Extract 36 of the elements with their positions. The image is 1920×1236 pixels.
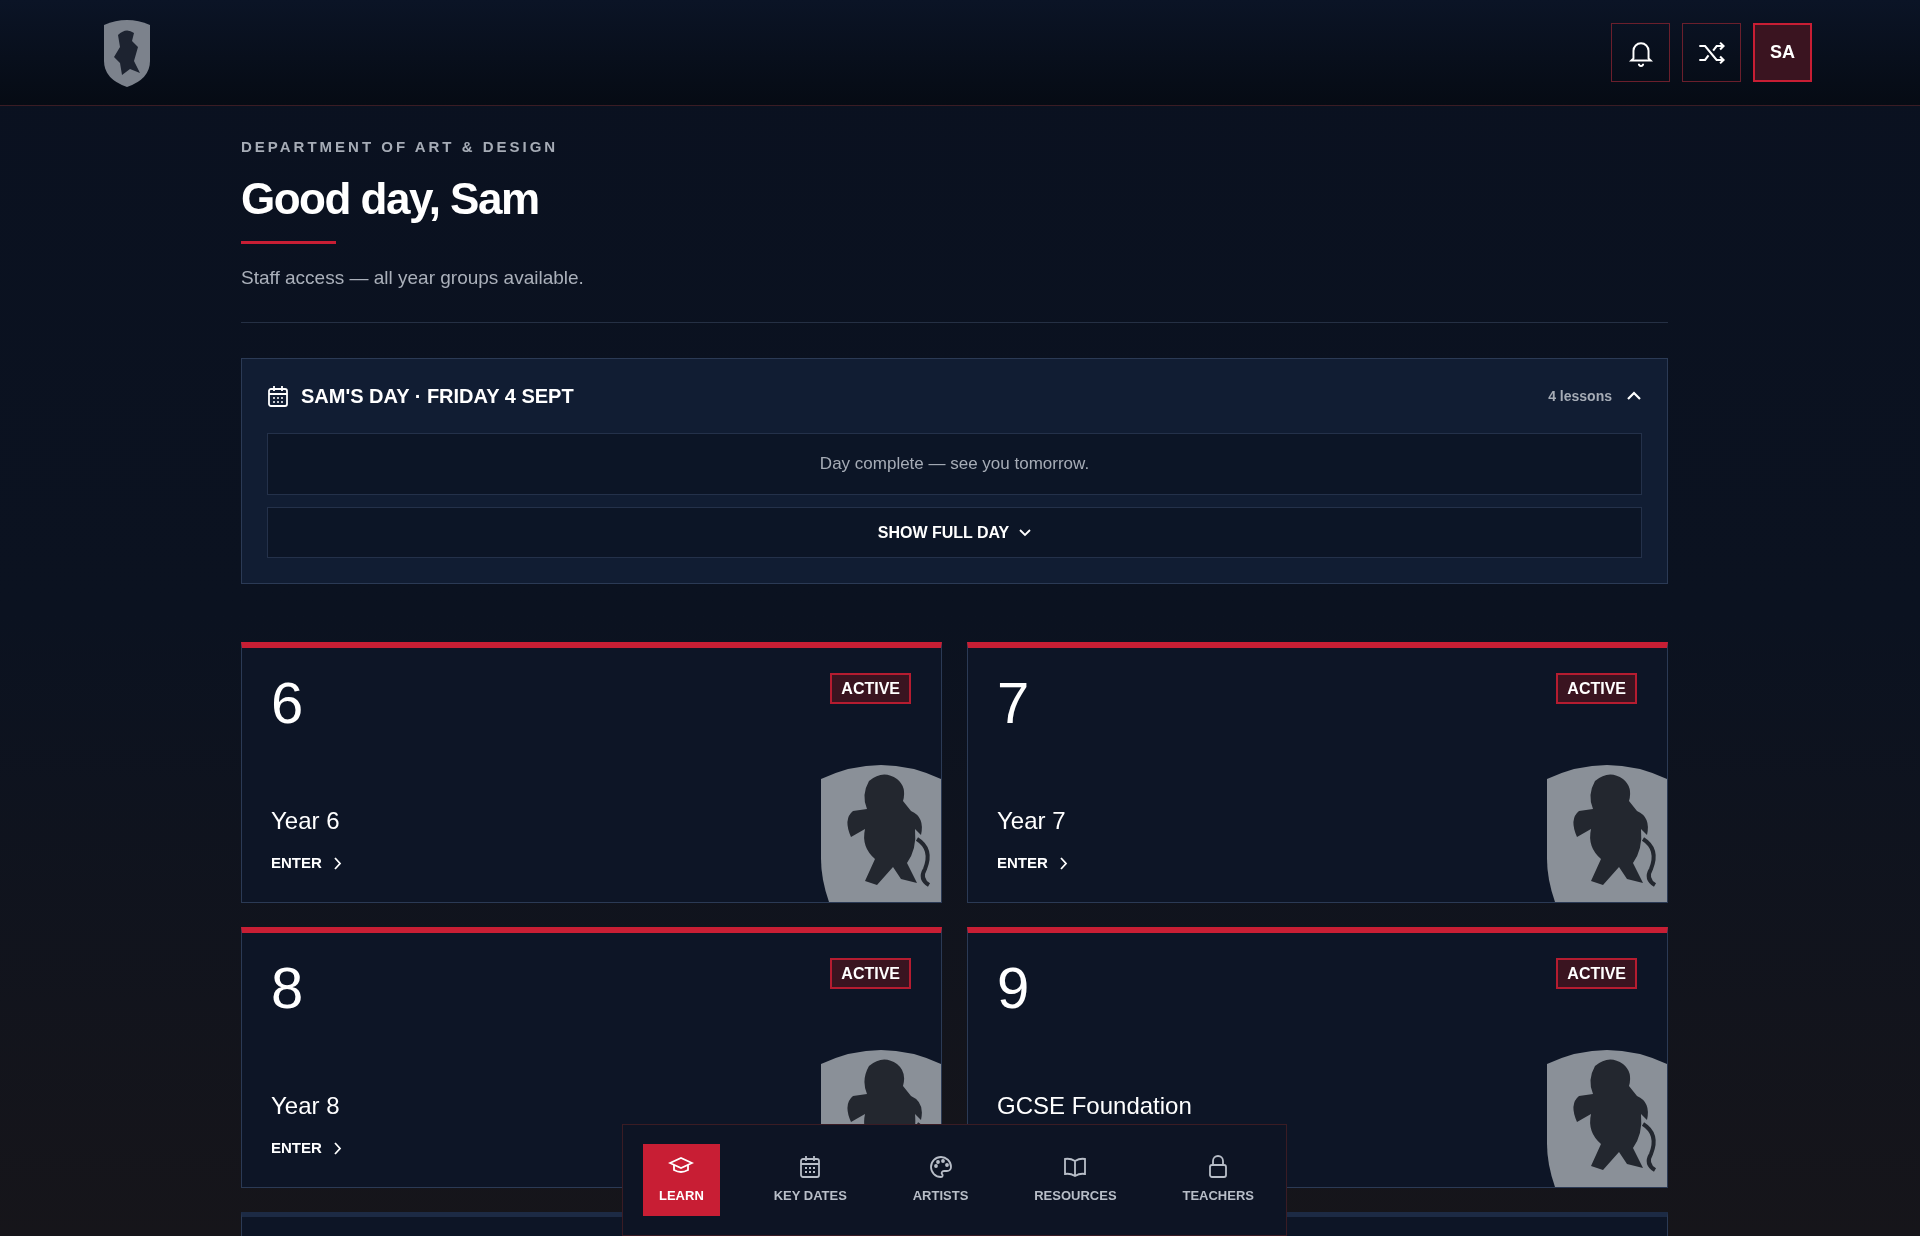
year-card[interactable]: 6 ACTIVE Year 6 ENTER [241, 642, 942, 903]
year-card[interactable]: 7 ACTIVE Year 7 ENTER [967, 642, 1668, 903]
enter-link[interactable]: ENTER [997, 852, 1068, 875]
chevron-right-icon [333, 856, 342, 870]
status-badge: ACTIVE [1556, 673, 1637, 704]
calendar-icon [267, 384, 289, 408]
year-number: 6 [271, 669, 304, 737]
year-title: Year 7 [997, 806, 1066, 836]
enter-link[interactable]: ENTER [271, 1137, 342, 1160]
access-note: Staff access — all year groups available. [241, 265, 585, 290]
greeting-heading: Good day, Sam [241, 172, 540, 225]
status-badge: ACTIVE [1556, 958, 1637, 989]
year-title: Year 6 [271, 806, 340, 836]
schedule-title: SAM'S DAY · FRIDAY 4 SEPT [301, 384, 574, 409]
chevron-down-icon [1019, 528, 1032, 537]
year-number: 9 [997, 954, 1030, 1022]
chevron-right-icon [1059, 856, 1068, 870]
year-number: 8 [271, 954, 304, 1022]
notifications-button[interactable] [1611, 23, 1670, 82]
collapse-icon[interactable] [1626, 390, 1642, 402]
year-number: 7 [997, 669, 1030, 737]
chevron-right-icon [333, 1141, 342, 1155]
nav-tab[interactable]: LEARN [643, 1144, 720, 1216]
year-title: GCSE Foundation [997, 1091, 1192, 1121]
status-badge: ACTIVE [830, 673, 911, 704]
show-full-day-button[interactable]: SHOW FULL DAY [267, 507, 1642, 558]
lesson-count: 4 lessons [1548, 386, 1612, 406]
year-title: Year 8 [271, 1091, 340, 1121]
department-label: DEPARTMENT OF ART & DESIGN [241, 137, 560, 157]
status-message: Day complete — see you tomorrow. [267, 433, 1642, 495]
status-badge: ACTIVE [830, 958, 911, 989]
shuffle-icon [1696, 39, 1727, 66]
palette-icon [927, 1154, 954, 1181]
shuffle-button[interactable] [1682, 23, 1741, 82]
enter-link[interactable]: ENTER [271, 852, 342, 875]
avatar-button[interactable]: SA [1753, 23, 1812, 82]
